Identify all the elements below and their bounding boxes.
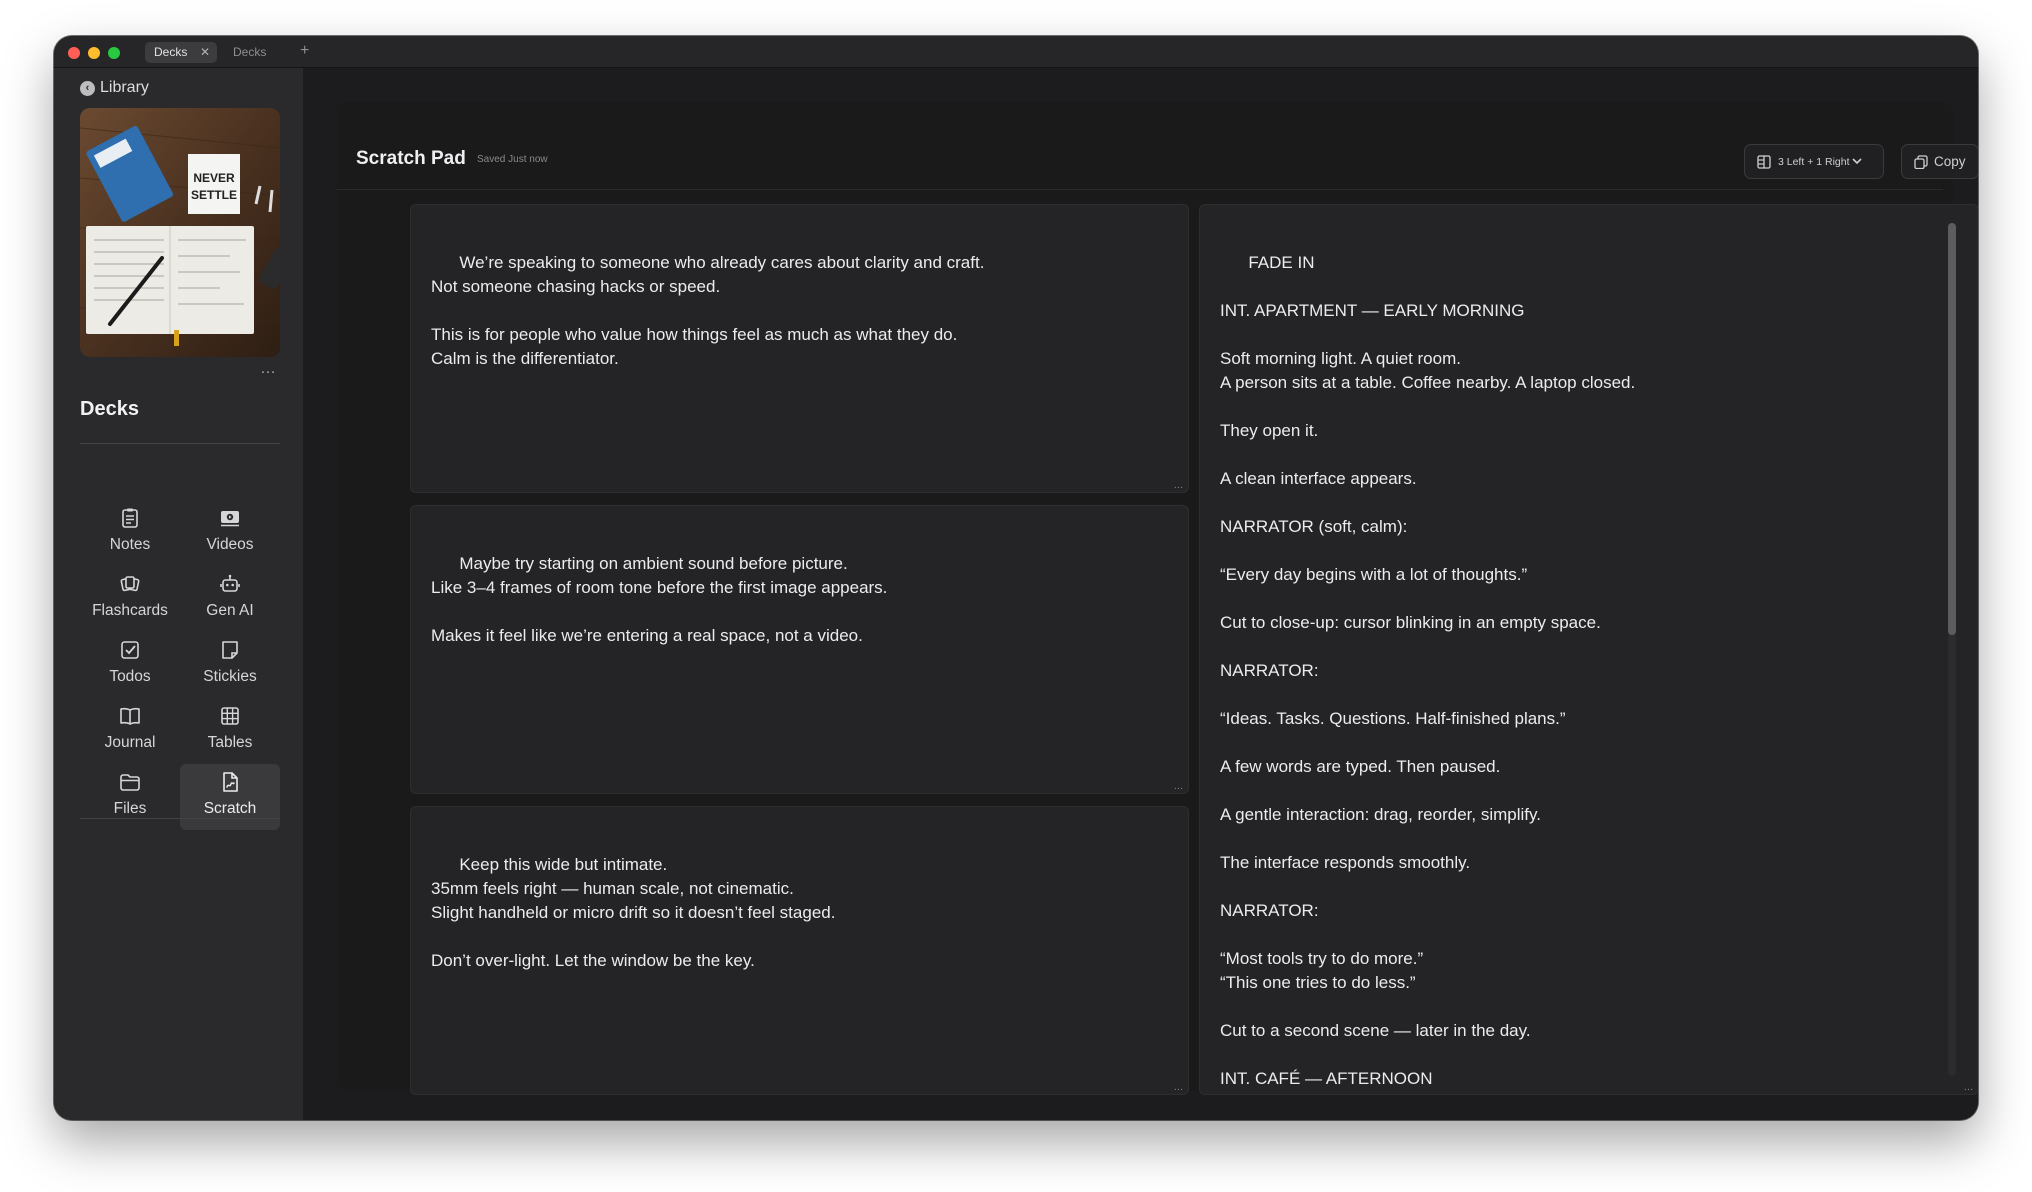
tab-label: Decks <box>233 45 267 59</box>
header-divider <box>337 189 1943 190</box>
note-text[interactable]: FADE IN INT. APARTMENT — EARLY MORNING S… <box>1220 253 1635 1088</box>
main-content: Scratch Pad Saved Just now 3 Left + 1 Ri… <box>303 68 1978 1120</box>
todos-icon <box>121 641 139 659</box>
divider <box>80 443 280 444</box>
cover-more-icon[interactable]: … <box>260 361 277 377</box>
layout-label: 3 Left + 1 Right <box>1778 155 1850 168</box>
title-bar: Decks ✕ Decks + <box>54 36 1978 68</box>
resize-handle-icon[interactable]: … <box>1174 782 1185 792</box>
layout-icon <box>1757 154 1771 169</box>
close-window-button[interactable] <box>68 47 80 59</box>
close-tab-icon[interactable]: ✕ <box>200 42 210 63</box>
sidebar-item-flashcards[interactable]: Flashcards <box>80 566 180 632</box>
stickies-icon <box>222 641 238 659</box>
page-title: Scratch Pad <box>356 148 466 169</box>
note-card[interactable]: Maybe try starting on ambient sound befo… <box>410 505 1189 794</box>
back-arrow-icon: ‹ <box>80 80 95 96</box>
app-window: Decks ✕ Decks + ‹ Library NEVER SETTLE …… <box>54 36 1978 1120</box>
sidebar-item-journal[interactable]: Journal <box>80 698 180 764</box>
back-label: Library <box>100 79 149 96</box>
tab-decks[interactable]: Decks <box>224 42 284 63</box>
videos-icon <box>221 511 239 527</box>
saved-status: Saved Just now <box>477 154 548 165</box>
resize-handle-icon[interactable]: … <box>1174 481 1185 491</box>
sidebar-item-tables[interactable]: Tables <box>180 698 280 764</box>
layout-selector-button[interactable]: 3 Left + 1 Right <box>1744 144 1884 179</box>
deck-type-grid: Notes Videos Flashcards Gen AI Todos Sti… <box>80 500 280 830</box>
sidebar-item-label: Tables <box>207 734 253 751</box>
sidebar-item-gen-ai[interactable]: Gen AI <box>180 566 280 632</box>
zoom-window-button[interactable] <box>108 47 120 59</box>
note-card[interactable]: We’re speaking to someone who already ca… <box>410 204 1189 493</box>
sidebar-item-label: Scratch <box>203 800 257 817</box>
copy-label: Copy <box>1934 154 1966 169</box>
resize-handle-icon[interactable]: … <box>1964 1083 1975 1093</box>
back-to-library-link[interactable]: ‹ Library <box>80 78 149 98</box>
note-card[interactable]: Keep this wide but intimate. 35mm feels … <box>410 806 1189 1095</box>
section-title: Decks <box>80 398 139 420</box>
chevron-down-icon <box>1852 158 1862 165</box>
journal-icon <box>120 707 140 725</box>
sidebar-item-notes[interactable]: Notes <box>80 500 180 566</box>
sidebar-item-label: Videos <box>206 536 254 553</box>
copy-button[interactable]: Copy <box>1901 144 1978 179</box>
sidebar-item-files[interactable]: Files <box>80 764 180 830</box>
scratch-icon <box>223 772 238 792</box>
sidebar-item-scratch[interactable]: Scratch <box>180 764 280 830</box>
tab-label: Decks <box>154 45 188 59</box>
note-text[interactable]: Keep this wide but intimate. 35mm feels … <box>431 855 835 970</box>
sidebar-item-label: Flashcards <box>92 602 168 619</box>
gen-ai-icon <box>220 574 240 592</box>
divider <box>80 818 280 819</box>
note-text[interactable]: We’re speaking to someone who already ca… <box>431 253 984 368</box>
sidebar-item-label: Gen AI <box>206 602 254 619</box>
script-note-card[interactable]: FADE IN INT. APARTMENT — EARLY MORNING S… <box>1199 204 1978 1095</box>
resize-handle-icon[interactable]: … <box>1174 1083 1185 1093</box>
sidebar-item-stickies[interactable]: Stickies <box>180 632 280 698</box>
notes-icon <box>122 508 138 528</box>
tab-decks-active[interactable]: Decks ✕ <box>145 42 217 63</box>
sidebar-item-videos[interactable]: Videos <box>180 500 280 566</box>
minimize-window-button[interactable] <box>88 47 100 59</box>
sidebar: ‹ Library NEVER SETTLE … Decks Notes Vid… <box>54 68 303 1120</box>
note-text[interactable]: Maybe try starting on ambient sound befo… <box>431 554 887 645</box>
scrollbar-thumb[interactable] <box>1948 223 1956 635</box>
sidebar-item-label: Notes <box>109 536 151 553</box>
deck-cover-image[interactable]: NEVER SETTLE <box>80 108 280 357</box>
files-icon <box>120 774 140 791</box>
scrollbar[interactable] <box>1948 223 1956 1076</box>
copy-icon <box>1914 154 1928 169</box>
sidebar-item-label: Journal <box>104 734 156 751</box>
sidebar-item-label: Files <box>113 800 147 817</box>
svg-text:NEVER: NEVER <box>193 171 235 185</box>
svg-text:SETTLE: SETTLE <box>191 188 237 202</box>
sidebar-item-label: Stickies <box>203 668 257 685</box>
tables-icon <box>221 707 239 725</box>
sidebar-item-todos[interactable]: Todos <box>80 632 180 698</box>
flashcards-icon <box>120 576 140 592</box>
sidebar-item-label: Todos <box>109 668 151 685</box>
new-tab-button[interactable]: + <box>300 41 309 61</box>
